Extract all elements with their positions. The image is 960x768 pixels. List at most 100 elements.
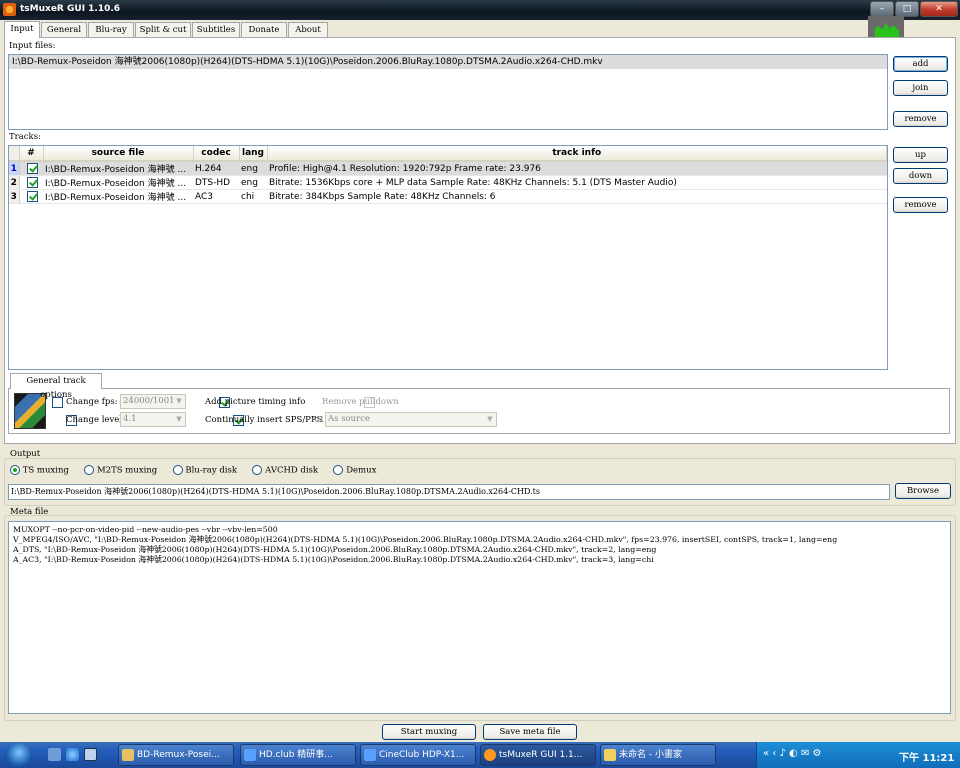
change-level-label: Change level: xyxy=(66,415,125,425)
ts-muxing-radio[interactable] xyxy=(10,465,20,475)
blu-ray-disk-radio[interactable] xyxy=(172,465,183,475)
taskbar-item-label: 未命名 - 小畫家 xyxy=(619,750,682,760)
demux-radio[interactable] xyxy=(333,465,344,475)
taskbar-item-paint[interactable]: 未命名 - 小畫家 xyxy=(600,744,716,766)
input-file-item[interactable]: I:\BD-Remux-Poseidon 海神號2006(1080p)(H264… xyxy=(9,55,887,69)
taskbar: BD-Remux-Posei... HD.club 精研事... CineClu… xyxy=(0,742,960,768)
tab-split-cut[interactable]: Split & cut xyxy=(135,22,191,37)
join-button[interactable]: join xyxy=(893,80,948,96)
track-row[interactable]: 1 I:\BD-Remux-Poseidon 海神號 ... H.264 eng… xyxy=(9,161,887,176)
tab-general-track-options[interactable]: General track options xyxy=(10,373,102,400)
add-button[interactable]: add xyxy=(893,56,948,72)
meta-file-textarea[interactable]: MUXOPT --no-pcr-on-video-pid --new-audio… xyxy=(8,521,951,714)
track-lang[interactable]: eng xyxy=(239,161,267,176)
taskbar-item-cineclub[interactable]: CineClub HDP-X1... xyxy=(360,744,476,766)
chevron-down-icon: ▼ xyxy=(487,415,493,423)
m2ts-muxing-radio[interactable] xyxy=(84,465,95,475)
change-fps-label: Change fps: xyxy=(66,397,118,407)
track-source: I:\BD-Remux-Poseidon 海神號 ... xyxy=(43,175,193,190)
show-desktop-icon[interactable] xyxy=(48,748,61,761)
input-files-list[interactable]: I:\BD-Remux-Poseidon 海神號2006(1080p)(H264… xyxy=(8,54,888,130)
track-enabled-checkbox[interactable] xyxy=(26,163,38,174)
remove-track-button[interactable]: remove xyxy=(893,197,948,213)
maximize-button[interactable]: □ xyxy=(895,1,919,17)
remove-pulldown-label: Remove pulldown xyxy=(322,397,399,407)
ar-label: AR xyxy=(311,415,324,425)
move-down-button[interactable]: down xyxy=(893,168,948,184)
track-codec: DTS-HD xyxy=(193,175,239,190)
avchd-disk-label: AVCHD disk xyxy=(265,465,319,476)
taskbar-item-explorer[interactable]: BD-Remux-Posei... xyxy=(118,744,234,766)
meta-line: A_DTS, "I:\BD-Remux-Poseidon 海神號2006(108… xyxy=(13,545,657,554)
row-header-corner xyxy=(9,146,20,162)
taskbar-item-hdclub[interactable]: HD.club 精研事... xyxy=(240,744,356,766)
output-path-input[interactable]: I:\BD-Remux-Poseidon 海神號2006(1080p)(H264… xyxy=(8,484,890,500)
row-number: 1 xyxy=(9,161,20,176)
minimize-button[interactable]: – xyxy=(870,1,894,17)
meta-line: MUXOPT --no-pcr-on-video-pid --new-audio… xyxy=(13,525,278,534)
tab-about[interactable]: About xyxy=(288,22,328,37)
col-num[interactable]: # xyxy=(19,146,44,162)
remove-file-button[interactable]: remove xyxy=(893,111,948,127)
browse-button[interactable]: Browse xyxy=(895,483,951,499)
tracks-header-row: # source file codec lang track info xyxy=(9,146,887,162)
track-source: I:\BD-Remux-Poseidon 海神號 ... xyxy=(43,189,193,204)
tracks-grid[interactable]: # source file codec lang track info 1 I:… xyxy=(8,145,888,370)
taskbar-item-tsmuxer[interactable]: tsMuxeR GUI 1.1... xyxy=(480,744,596,766)
m2ts-muxing-label: M2TS muxing xyxy=(96,465,158,476)
level-dropdown[interactable]: 4.1 ▼ xyxy=(120,412,186,427)
track-enabled-checkbox[interactable] xyxy=(26,191,38,202)
app-icon xyxy=(3,3,16,16)
col-codec[interactable]: codec xyxy=(193,146,240,162)
tsmuxer-icon xyxy=(484,749,496,761)
track-info: Profile: High@4.1 Resolution: 1920:792p … xyxy=(267,161,887,176)
demux-label: Demux xyxy=(346,465,377,476)
fps-dropdown[interactable]: 24000/1001 ▼ xyxy=(120,394,186,409)
start-button[interactable] xyxy=(5,743,33,767)
tab-input[interactable]: Input xyxy=(4,21,40,38)
track-info: Bitrate: 1536Kbps core + MLP data Sample… xyxy=(267,175,887,190)
track-row[interactable]: 2 I:\BD-Remux-Poseidon 海神號 ... DTS-HD en… xyxy=(9,175,887,190)
col-source-file[interactable]: source file xyxy=(43,146,194,162)
track-enabled-checkbox[interactable] xyxy=(26,177,38,188)
input-files-label: Input files: xyxy=(9,41,56,51)
move-up-button[interactable]: up xyxy=(893,147,948,163)
track-row[interactable]: 3 I:\BD-Remux-Poseidon 海神號 ... AC3 chi B… xyxy=(9,189,887,204)
chevron-down-icon: ▼ xyxy=(176,415,182,423)
clock[interactable]: 下午 11:21 xyxy=(899,749,954,764)
track-codec: H.264 xyxy=(193,161,239,176)
taskbar-item-label: CineClub HDP-X1... xyxy=(379,750,465,760)
avchd-disk-radio[interactable] xyxy=(252,465,263,475)
ar-dropdown[interactable]: As source ▼ xyxy=(325,412,497,427)
taskbar-item-label: BD-Remux-Posei... xyxy=(137,750,220,760)
chevron-down-icon: ▼ xyxy=(176,397,182,405)
ie-icon[interactable] xyxy=(66,748,79,761)
blu-ray-disk-label: Blu-ray disk xyxy=(185,465,237,476)
tab-blu-ray[interactable]: Blu-ray xyxy=(88,22,134,37)
tab-donate[interactable]: Donate xyxy=(241,22,287,37)
title-bar[interactable]: tsMuxeR GUI 1.10.6 – □ ✕ xyxy=(0,0,960,20)
start-muxing-button[interactable]: Start muxing xyxy=(382,724,476,740)
tab-general[interactable]: General xyxy=(41,22,87,37)
close-button[interactable]: ✕ xyxy=(920,1,958,17)
switch-windows-icon[interactable] xyxy=(84,748,97,761)
tray-icons[interactable]: « ‹ ♪ ◐ ✉ ⚙ xyxy=(763,748,821,759)
ar-value: As source xyxy=(328,414,371,424)
tab-subtitles[interactable]: Subtitles xyxy=(192,22,240,37)
row-number: 2 xyxy=(9,175,20,190)
taskbar-item-label: HD.club 精研事... xyxy=(259,750,333,760)
ts-muxing-label: TS muxing xyxy=(22,465,69,476)
row-number: 3 xyxy=(9,189,20,204)
system-tray: « ‹ ♪ ◐ ✉ ⚙ 下午 11:21 xyxy=(756,742,960,768)
col-lang[interactable]: lang xyxy=(239,146,268,162)
col-track-info[interactable]: track info xyxy=(267,146,887,162)
paint-icon xyxy=(604,749,616,761)
fps-value: 24000/1001 xyxy=(123,396,175,406)
sps-pps-label: Continually insert SPS/PPS xyxy=(205,415,323,425)
meta-line: V_MPEG4/ISO/AVC, "I:\BD-Remux-Poseidon 海… xyxy=(13,535,838,544)
track-info: Bitrate: 384Kbps Sample Rate: 48KHz Chan… xyxy=(267,189,887,204)
save-meta-file-button[interactable]: Save meta file xyxy=(483,724,577,740)
ie-icon xyxy=(364,749,376,761)
track-lang[interactable]: chi xyxy=(239,189,267,204)
track-lang[interactable]: eng xyxy=(239,175,267,190)
